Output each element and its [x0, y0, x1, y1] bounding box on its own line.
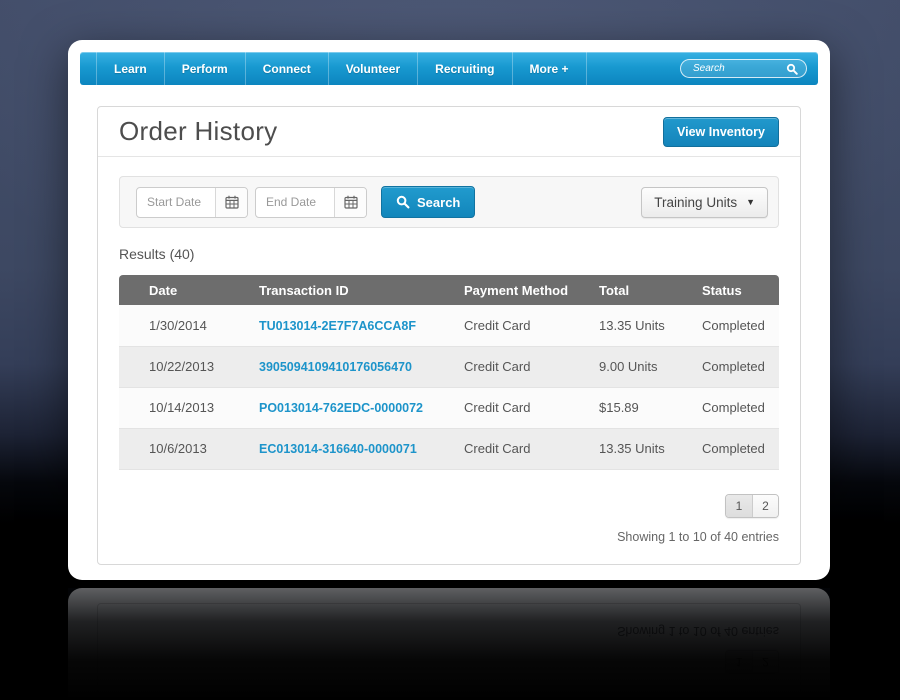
app-window: Learn Perform Connect Volunteer Recruiti…	[68, 40, 830, 580]
orders-table: Date Transaction ID Payment Method Total…	[119, 275, 779, 470]
results-count: Results (40)	[119, 246, 195, 262]
top-navigation: Learn Perform Connect Volunteer Recruiti…	[80, 52, 818, 85]
training-units-dropdown[interactable]: Training Units ▼	[641, 186, 768, 218]
transaction-link[interactable]: EC013014-316640-0000071	[259, 442, 417, 456]
calendar-icon	[343, 195, 358, 209]
page-title: Order History	[119, 116, 278, 146]
table-row: 10/6/2013 EC013014-316640-0000071 Credit C…	[119, 428, 779, 470]
panel-header: Order History View Inventory	[98, 107, 800, 157]
nav-tab-learn[interactable]: Learn	[96, 52, 164, 85]
transaction-link[interactable]: TU013014-2E7F7A6CCA8F	[259, 319, 416, 333]
start-date-input[interactable]	[137, 187, 215, 217]
order-date: 10/14/2013	[119, 387, 259, 429]
nav-search-input[interactable]: Search	[680, 59, 807, 78]
nav-tabs: Learn Perform Connect Volunteer Recruiti…	[96, 52, 587, 85]
entries-summary: Showing 1 to 10 of 40 entries	[617, 529, 779, 544]
pagination-group: 1 2	[725, 493, 779, 518]
app-stage: Learn Perform Connect Volunteer Recruiti…	[68, 40, 830, 580]
order-date: 1/30/2014	[119, 305, 259, 347]
payment-method: Credit Card	[464, 305, 599, 347]
order-total: 13.35 Units	[599, 428, 702, 470]
column-header-payment-method: Payment Method	[464, 275, 599, 305]
panel-body: Search Training Units ▼ Results (40)	[98, 157, 800, 544]
orders-table-header: Date Transaction ID Payment Method Total…	[119, 275, 779, 305]
payment-method: Credit Card	[464, 346, 599, 388]
nav-tab-recruiting[interactable]: Recruiting	[417, 52, 511, 85]
order-total: 13.35 Units	[599, 305, 702, 347]
end-date-calendar-button[interactable]	[334, 187, 366, 217]
order-status: Completed	[702, 305, 779, 347]
order-total: 9.00 Units	[599, 346, 702, 388]
order-status: Completed	[702, 387, 779, 429]
view-inventory-button[interactable]: View Inventory	[663, 116, 779, 147]
filter-bar: Search Training Units ▼	[119, 176, 779, 228]
table-row: 1/30/2014 TU013014-2E7F7A6CCA8F Credit Car…	[119, 305, 779, 347]
table-row: 10/22/2013 3905094109410176056470 Credit C…	[119, 346, 779, 388]
nav-tab-perform[interactable]: Perform	[163, 52, 245, 85]
orders-table-body: 1/30/2014 TU013014-2E7F7A6CCA8F Credit Car…	[119, 305, 779, 470]
pagination: 1 2	[119, 493, 779, 518]
nav-tab-volunteer[interactable]: Volunteer	[327, 52, 417, 85]
order-total: $15.89	[599, 387, 702, 429]
transaction-cell: TU013014-2E7F7A6CCA8F	[259, 305, 464, 347]
transaction-cell: 3905094109410176056470	[259, 346, 464, 388]
nav-tab-connect[interactable]: Connect	[244, 52, 328, 85]
pagination-page-2[interactable]: 2	[752, 494, 778, 517]
window-reflection: Learn Perform Connect Volunteer Recruiti…	[68, 588, 830, 700]
search-icon	[396, 195, 410, 209]
column-header-date: Date	[119, 275, 259, 305]
order-history-panel: Order History View Inventory Start Date …	[97, 106, 801, 565]
transaction-link[interactable]: 3905094109410176056470	[259, 360, 412, 374]
calendar-icon	[224, 195, 239, 209]
search-button-label: Search	[417, 194, 461, 210]
column-header-transaction-id: Transaction ID	[259, 275, 464, 305]
order-status: Completed	[702, 346, 779, 388]
nav-search-placeholder: Search	[693, 63, 725, 74]
column-header-status: Status	[702, 275, 779, 305]
search-button[interactable]: Search	[381, 186, 476, 218]
table-row: 10/14/2013 PO013014-762EDC-0000072 Credit …	[119, 387, 779, 429]
transaction-link[interactable]: PO013014-762EDC-0000072	[259, 401, 423, 415]
chevron-down-icon: ▼	[746, 196, 755, 207]
payment-method: Credit Card	[464, 387, 599, 429]
order-date: 10/6/2013	[119, 428, 259, 470]
column-header-total: Total	[599, 275, 702, 305]
pagination-page-1[interactable]: 1	[726, 494, 752, 517]
transaction-cell: PO013014-762EDC-0000072	[259, 387, 464, 429]
start-date-calendar-button[interactable]	[215, 187, 247, 217]
nav-tab-more[interactable]: More +	[511, 52, 587, 85]
order-date: 10/22/2013	[119, 346, 259, 388]
end-date-field	[255, 186, 367, 218]
order-status: Completed	[702, 428, 779, 470]
start-date-field	[136, 186, 248, 218]
end-date-input[interactable]	[256, 187, 334, 217]
transaction-cell: EC013014-316640-0000071	[259, 428, 464, 470]
dropdown-selected-value: Training Units	[654, 194, 738, 210]
search-icon	[786, 63, 798, 75]
payment-method: Credit Card	[464, 428, 599, 470]
